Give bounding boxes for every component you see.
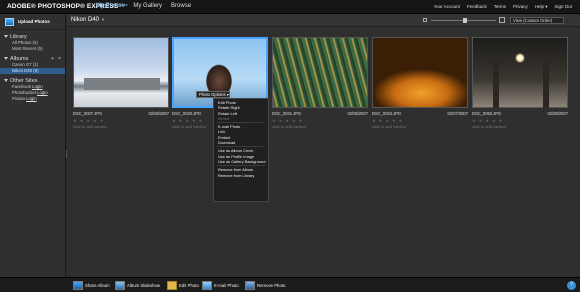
- menu-separator: [217, 165, 265, 167]
- pillar-shape: [493, 60, 499, 108]
- picasa-login-link[interactable]: Login: [26, 96, 37, 101]
- nav-browse[interactable]: Browse: [171, 3, 191, 9]
- rating-stars[interactable]: ★ ★ ★ ★ ★: [472, 118, 503, 123]
- sidebar-item-nikon-d40[interactable]: Nikon D40 (5): [0, 68, 65, 74]
- add-caption-link[interactable]: click to add caption: [73, 124, 107, 129]
- share-album-button[interactable]: Share Album: [73, 281, 110, 290]
- menu-item-download[interactable]: Download: [214, 140, 268, 145]
- zoom-slider[interactable]: [423, 17, 507, 23]
- remove-photo-button[interactable]: Remove Photo: [245, 281, 285, 290]
- rating-stars[interactable]: ★ ★ ★ ★ ★: [172, 118, 203, 123]
- sidebar-item-most-recent[interactable]: Most Recent (5): [0, 46, 65, 52]
- other-sites-header[interactable]: Other Sites: [0, 77, 65, 84]
- add-caption-link[interactable]: click to add caption: [172, 124, 206, 129]
- bottom-toolbar: Share Album Album Slideshow Edit Photo E…: [0, 277, 580, 292]
- collapse-triangle-icon: [4, 35, 8, 38]
- albums-title: Albums: [10, 55, 29, 62]
- rating-stars[interactable]: ★ ★ ★ ★ ★: [272, 118, 303, 123]
- photo-thumbnail[interactable]: [73, 37, 169, 108]
- library-header[interactable]: Library: [0, 33, 65, 40]
- rating-stars[interactable]: ★ ★ ★ ★ ★: [372, 118, 403, 123]
- add-caption-link[interactable]: click to add caption: [472, 124, 506, 129]
- menu-item-revert: Revert: [218, 115, 230, 121]
- help-icon[interactable]: ?: [567, 281, 576, 290]
- upload-photos-button[interactable]: Upload Photos: [0, 14, 65, 30]
- link-feedback[interactable]: Feedback: [467, 4, 487, 10]
- nav-my-photos[interactable]: My Photos: [96, 3, 124, 9]
- photobucket-login-link[interactable]: Login: [37, 90, 48, 95]
- link-privacy[interactable]: Privacy: [513, 4, 528, 10]
- sidebar: Upload Photos Library All Photos (6) Mos…: [0, 14, 66, 277]
- photo-thumbnail[interactable]: [272, 37, 368, 108]
- remove-icon: [245, 281, 255, 290]
- nav-my-gallery[interactable]: My Gallery: [133, 3, 162, 9]
- link-your-account[interactable]: Your Account: [434, 4, 460, 10]
- small-thumb-icon: [423, 18, 427, 22]
- add-caption-link[interactable]: click to add caption: [272, 124, 306, 129]
- link-terms[interactable]: Terms: [494, 4, 506, 10]
- add-caption-link[interactable]: click to add caption: [372, 124, 406, 129]
- email-icon: [202, 281, 212, 290]
- edit-photo-button[interactable]: Edit Photo: [167, 281, 199, 290]
- albums-header[interactable]: Albums + ×: [0, 55, 65, 62]
- menu-item-remove-from-library[interactable]: Remove from Library: [214, 173, 268, 178]
- photo-options-menu: Edit Photo Rotate Right Rotate Left Reve…: [213, 98, 269, 202]
- link-help[interactable]: Help ▾: [535, 4, 548, 10]
- share-icon: [73, 281, 83, 290]
- main-nav: My Photos My Gallery Browse: [96, 3, 191, 9]
- upload-icon: [5, 17, 14, 26]
- email-photo-button[interactable]: E-mail Photo: [202, 281, 239, 290]
- photo-thumbnail[interactable]: [472, 37, 568, 108]
- zoom-handle[interactable]: [463, 18, 467, 23]
- menu-separator: [217, 122, 265, 124]
- library-title: Library: [10, 33, 27, 40]
- slideshow-icon: [115, 281, 125, 290]
- collapse-triangle-icon: [4, 79, 8, 82]
- album-toolbar: Nikon D40 ▼ View (Custom Order): [67, 14, 580, 27]
- menu-separator: [217, 146, 265, 148]
- remove-album-icon[interactable]: ×: [58, 56, 61, 62]
- rating-stars[interactable]: ★ ★ ★ ★ ★: [73, 118, 104, 123]
- chevron-down-icon: ▼: [101, 17, 105, 22]
- top-bar: ADOBE® PHOTOSHOP® EXPRESSBETA My Photos …: [0, 0, 580, 14]
- large-thumb-icon: [499, 17, 505, 23]
- facebook-login-link[interactable]: Login: [32, 84, 43, 89]
- upload-label: Upload Photos: [18, 19, 50, 24]
- sidebar-item-picasa: Picasa Login: [12, 96, 37, 101]
- album-title[interactable]: Nikon D40 ▼: [71, 17, 105, 23]
- collapse-triangle-icon: [4, 57, 8, 60]
- other-sites-section: Other Sites Facebook Login Photobucket L…: [0, 77, 65, 102]
- add-album-icon[interactable]: +: [51, 56, 54, 62]
- other-sites-title: Other Sites: [10, 77, 38, 84]
- photo-options-button[interactable]: Photo Options ▾: [196, 91, 230, 98]
- library-section: Library All Photos (6) Most Recent (5): [0, 33, 65, 52]
- albums-section: Albums + × Canon G7 (1) Nikon D40 (5): [0, 55, 65, 74]
- pillar-shape: [543, 60, 549, 108]
- photo-thumbnail[interactable]: [372, 37, 468, 108]
- photo-area: Nikon D40 ▼ View (Custom Order) DSC_0007.…: [67, 14, 580, 277]
- building-shape: [84, 78, 160, 90]
- pencil-icon: [167, 281, 177, 290]
- menu-item-gallery-background[interactable]: Use as Gallery Background: [214, 159, 268, 164]
- link-sign-out[interactable]: Sign Out: [554, 4, 572, 10]
- album-slideshow-button[interactable]: Album Slideshow: [115, 281, 160, 290]
- view-select[interactable]: View (Custom Order): [510, 17, 564, 24]
- account-links: Your Account Feedback Terms Privacy Help…: [434, 4, 572, 10]
